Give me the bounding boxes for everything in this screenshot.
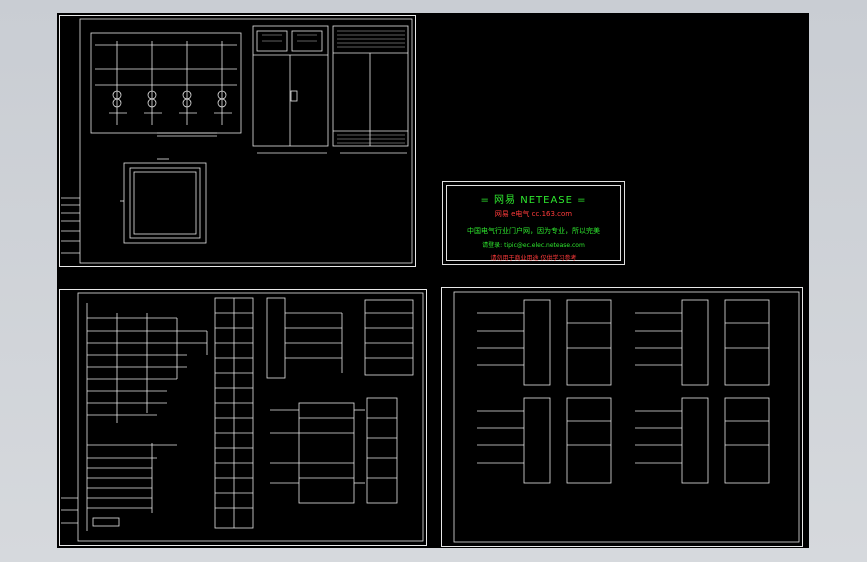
- netease-watermark-stamp: = 网易 NETEASE = 网易 e电气 cc.163.com 中国电气行业门…: [442, 181, 625, 265]
- watermark-contact: 请登录: tipic@ec.elec.netease.com: [482, 242, 585, 249]
- watermark-notice: 请勿用于商业用途 仅供学习参考: [490, 255, 577, 262]
- schematic-linework: [61, 18, 800, 543]
- watermark-slogan: 中国电气行业门户网，因为专业，所以完美: [467, 227, 600, 235]
- cad-viewport[interactable]: = 网易 NETEASE = 网易 e电气 cc.163.com 中国电气行业门…: [0, 0, 867, 562]
- watermark-title: = 网易 NETEASE =: [480, 195, 587, 206]
- watermark-site: 网易 e电气 cc.163.com: [494, 210, 573, 218]
- watermark-inner-frame: = 网易 NETEASE = 网易 e电气 cc.163.com 中国电气行业门…: [446, 185, 621, 262]
- drawing-sheet[interactable]: = 网易 NETEASE = 网易 e电气 cc.163.com 中国电气行业门…: [57, 13, 809, 548]
